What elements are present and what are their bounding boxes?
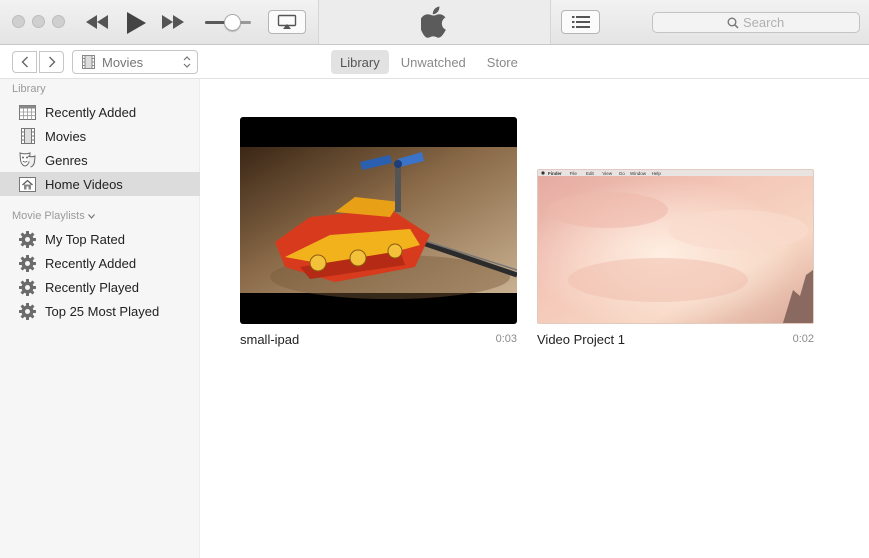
- sidebar-item-home-videos[interactable]: Home Videos: [0, 172, 200, 196]
- calendar-grid-icon: [19, 104, 36, 121]
- airplay-button[interactable]: [268, 10, 306, 34]
- airplay-icon: [277, 14, 297, 29]
- tab-store[interactable]: Store: [478, 50, 527, 74]
- video-title[interactable]: Video Project 1: [537, 332, 625, 347]
- playlists-heading[interactable]: Movie Playlists: [12, 210, 95, 222]
- thumbnail-menu-item: Window: [630, 171, 647, 176]
- volume-knob[interactable]: [224, 14, 242, 31]
- rewind-button[interactable]: [84, 11, 110, 33]
- house-icon: [19, 176, 36, 193]
- tab-library[interactable]: Library: [331, 50, 389, 74]
- tab-unwatched[interactable]: Unwatched: [392, 50, 475, 74]
- updown-chevron-icon: [183, 56, 191, 68]
- play-icon: [127, 11, 146, 34]
- zoom-window-button[interactable]: [52, 15, 65, 28]
- video-duration: 0:03: [495, 333, 517, 345]
- sidebar-item-recently-added-playlist[interactable]: Recently Added: [0, 251, 200, 275]
- desktop-clouds-thumbnail-image: Finder File Edit View Go Window Help: [538, 170, 813, 323]
- fast-forward-icon: [162, 15, 184, 29]
- sidebar-item-label: Genres: [45, 152, 88, 168]
- theater-masks-icon: [19, 152, 36, 169]
- search-field[interactable]: [652, 12, 860, 33]
- gear-icon: [19, 254, 36, 272]
- library-heading: Library: [12, 83, 46, 95]
- thumbnail-menu-item: File: [570, 171, 578, 176]
- sidebar-item-label: Recently Added: [45, 104, 137, 120]
- itunes-window: Movies Library Unwatched Store Library R…: [0, 0, 869, 558]
- sidebar-item-label: Movies: [45, 128, 87, 144]
- gear-icon: [19, 278, 36, 296]
- rewind-icon: [86, 15, 108, 29]
- media-kind-selector[interactable]: Movies: [72, 50, 198, 74]
- thumbnail-menu-item: Go: [619, 171, 626, 176]
- media-kind-label: Movies: [102, 54, 144, 70]
- film-strip-icon: [19, 128, 36, 145]
- close-window-button[interactable]: [12, 15, 25, 28]
- sidebar-item-label: My Top Rated: [45, 231, 125, 247]
- sidebar-item-my-top-rated[interactable]: My Top Rated: [0, 227, 200, 251]
- gear-icon: [19, 302, 36, 320]
- sidebar-item-label: Recently Played: [45, 279, 139, 295]
- chevron-right-icon: [48, 56, 55, 68]
- video-card[interactable]: small-ipad 0:03: [240, 117, 517, 352]
- navigation-bar: Movies Library Unwatched Store: [0, 45, 869, 79]
- gear-icon: [19, 230, 36, 248]
- sidebar: Library Recently Added Movies Genres Hom…: [0, 79, 200, 558]
- search-input[interactable]: [743, 15, 785, 30]
- thumbnail-menu-item: Help: [652, 171, 662, 176]
- title-bar: [0, 0, 869, 45]
- sidebar-item-label: Top 25 Most Played: [45, 303, 160, 319]
- thumbnail-apple-icon: [541, 171, 545, 175]
- video-duration: 0:02: [792, 333, 814, 345]
- video-card[interactable]: Finder File Edit View Go Window Help Video Pro…: [537, 169, 814, 352]
- play-button[interactable]: [122, 9, 150, 36]
- library-tabs: Library Unwatched Store: [331, 50, 527, 74]
- chevron-left-icon: [21, 56, 28, 68]
- sidebar-item-recently-added[interactable]: Recently Added: [0, 100, 200, 124]
- video-thumbnail[interactable]: Finder File Edit View Go Window Help: [537, 169, 814, 324]
- list-icon: [571, 16, 590, 28]
- sidebar-item-top-25-most-played[interactable]: Top 25 Most Played: [0, 299, 200, 323]
- divider: [550, 0, 551, 44]
- sidebar-item-recently-played[interactable]: Recently Played: [0, 275, 200, 299]
- thumbnail-menu-item: Edit: [586, 171, 595, 176]
- video-thumbnail[interactable]: [240, 117, 517, 324]
- minimize-window-button[interactable]: [32, 15, 45, 28]
- up-next-list-button[interactable]: [561, 10, 600, 34]
- forward-button[interactable]: [39, 51, 64, 73]
- sidebar-item-label: Home Videos: [45, 176, 123, 192]
- fast-forward-button[interactable]: [160, 11, 186, 33]
- thumbnail-menu-item: Finder: [548, 171, 562, 176]
- video-title[interactable]: small-ipad: [240, 332, 299, 347]
- apple-logo-icon: [421, 6, 446, 38]
- content-area: small-ipad 0:03 Finder File Edit View Go…: [201, 80, 869, 558]
- sidebar-item-movies[interactable]: Movies: [0, 124, 200, 148]
- back-button[interactable]: [12, 51, 37, 73]
- chevron-down-icon: [87, 213, 95, 219]
- sidebar-item-genres[interactable]: Genres: [0, 148, 200, 172]
- lego-robot-thumbnail-image: [240, 147, 517, 299]
- thumbnail-menu-item: View: [602, 171, 612, 176]
- playlists-heading-label: Movie Playlists: [12, 210, 85, 222]
- search-icon: [727, 17, 739, 29]
- sidebar-item-label: Recently Added: [45, 255, 137, 271]
- divider: [318, 0, 319, 44]
- film-strip-icon: [82, 55, 95, 69]
